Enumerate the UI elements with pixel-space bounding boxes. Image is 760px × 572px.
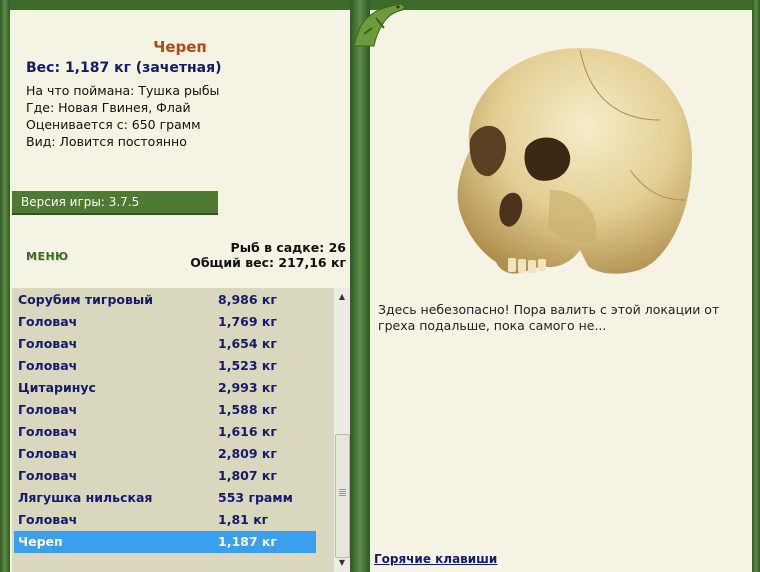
scrollbar-thumb[interactable] (335, 434, 350, 558)
list-item[interactable]: Головач 1,523 кг (14, 355, 316, 377)
fish-list-scrollbar[interactable]: ▲ ▼ (334, 288, 350, 572)
list-item[interactable]: Головач 1,769 кг (14, 311, 316, 333)
list-item[interactable]: Головач 1,588 кг (14, 399, 316, 421)
list-item[interactable]: Головач 1,81 кг (14, 509, 316, 531)
total-weight: Общий вес: 217,16 кг (190, 255, 346, 270)
fish-list[interactable]: Сорубим тигровый 8,986 кг Головач 1,769 кг… (12, 288, 334, 572)
catch-info-panel: Череп Вес: 1,187 кг (зачетная) На что по… (10, 10, 350, 572)
version-label: Версия игры: 3.7.5 (21, 195, 140, 209)
version-bar: Версия игры: 3.7.5 (12, 191, 218, 215)
scroll-up-arrow-icon[interactable]: ▲ (334, 290, 350, 304)
list-item[interactable]: Головач 1,654 кг (14, 333, 316, 355)
frame-middle (350, 0, 370, 572)
list-item[interactable]: Головач 2,809 кг (14, 443, 316, 465)
frame-right (752, 0, 760, 572)
catch-image-panel: Здесь небезопасно! Пора валить с этой ло… (370, 10, 752, 572)
scroll-down-arrow-icon[interactable]: ▼ (334, 556, 350, 570)
grip-icon (339, 489, 346, 497)
fish-count: Рыб в садке: 26 (230, 240, 346, 255)
catch-weight: Вес: 1,187 кг (зачетная) (26, 60, 222, 76)
catch-valued-from: Оценивается с: 650 грамм (26, 117, 201, 132)
list-item[interactable]: Головач 1,616 кг (14, 421, 316, 443)
list-item[interactable]: Сорубим тигровый 8,986 кг (14, 289, 316, 311)
menu-button[interactable]: МЕНЮ (26, 250, 69, 263)
frame-left (0, 0, 10, 572)
skull-image (457, 48, 692, 274)
list-item[interactable]: Цитаринус 2,993 кг (14, 377, 316, 399)
catch-bait: На что поймана: Тушка рыбы (26, 83, 220, 98)
catch-kind: Вид: Ловится постоянно (26, 134, 187, 149)
list-item-selected[interactable]: Череп 1,187 кг (14, 531, 316, 553)
location-warning-text: Здесь небезопасно! Пора валить с этой ло… (378, 302, 720, 333)
lizard-icon (353, 3, 405, 47)
list-item[interactable]: Лягушка нильская 553 грамм (14, 487, 316, 509)
catch-title: Череп (153, 38, 207, 56)
hotkeys-link[interactable]: Горячие клавиши (374, 552, 497, 566)
list-item[interactable]: Головач 1,807 кг (14, 465, 316, 487)
catch-location: Где: Новая Гвинея, Флай (26, 100, 191, 115)
